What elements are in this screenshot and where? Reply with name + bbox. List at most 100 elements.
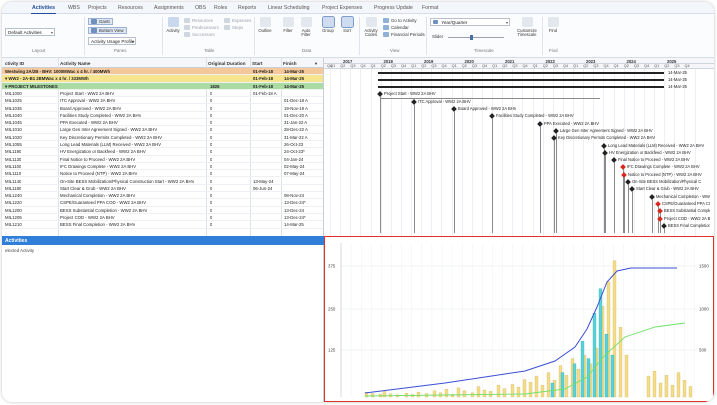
predecessors-button[interactable]: Predecessors bbox=[184, 25, 219, 30]
timescale-slider[interactable] bbox=[448, 35, 504, 40]
table-row[interactable]: MIL1040 Facilities Study Completed - WW2 … bbox=[2, 112, 323, 120]
gantt-summary-bar[interactable] bbox=[378, 86, 664, 89]
gantt-milestone-label: Board Approved - WW2 2A BHV bbox=[458, 106, 517, 111]
cell-duration: 0 bbox=[210, 98, 213, 104]
table-row[interactable]: MIL1210 BESS Final Completion - WW2 2A BH… bbox=[2, 221, 323, 229]
table-row[interactable]: MIL1020 Key Discretionary Permits Complet… bbox=[2, 134, 323, 141]
tab-assignments[interactable]: Assignments bbox=[154, 5, 184, 11]
cell-duration: 0 bbox=[210, 222, 213, 228]
gantt-quarter-label: Q2 bbox=[502, 64, 508, 69]
table-row[interactable]: ▾ WW2 - 2A-B1 2BMWac x 4 hr. / 333MWh 01-… bbox=[2, 75, 323, 83]
gantt-quarter-label: Q3 bbox=[512, 64, 518, 69]
cell-duration: 0 bbox=[210, 120, 213, 126]
cell-duration: 0 bbox=[210, 193, 213, 199]
financial-periods-button[interactable]: Financial Periods bbox=[383, 32, 425, 37]
tab-obs[interactable]: OBS bbox=[195, 5, 206, 11]
y-tick-label: 125 bbox=[328, 348, 336, 353]
cell-activity-name: BESS Final Completion - WW2 2A BHV bbox=[60, 222, 136, 228]
gantt-quarter-label: Q4 bbox=[360, 64, 366, 69]
histogram-bar bbox=[572, 363, 577, 398]
table-row[interactable]: MIL1045 PPA Executed - WW2 2A BHV 0 31-Jan-… bbox=[2, 119, 323, 127]
gantt-gridline bbox=[481, 69, 483, 236]
cell-start: 01-Feb-18 A bbox=[253, 90, 277, 96]
timescale-slider-handle[interactable] bbox=[470, 35, 473, 40]
tab-resources[interactable]: Resources bbox=[118, 5, 143, 11]
tab-roles[interactable]: Roles bbox=[214, 5, 227, 11]
resources-button[interactable]: Resources bbox=[184, 18, 213, 23]
table-row[interactable]: MIL1055 Long Lead Materials (LLM) Receive… bbox=[2, 141, 323, 149]
filter-button[interactable]: Filter bbox=[280, 17, 296, 33]
outline-label: Outline bbox=[258, 28, 272, 33]
gantt-summary-bar[interactable] bbox=[378, 71, 664, 74]
activity-table-button[interactable]: Activity bbox=[165, 17, 181, 33]
outline-button[interactable]: Outline bbox=[257, 17, 273, 33]
table-row[interactable]: MIL1130 Final Notice to Proceed - WW2 2A … bbox=[2, 156, 323, 163]
group-label-view: View bbox=[390, 48, 400, 53]
sort-button[interactable]: Sort bbox=[339, 16, 355, 33]
gantt-quarter-label: Q3 bbox=[350, 64, 356, 69]
table-row[interactable]: MIL1110 Notice to Proceed (NTP) - WW2 2A … bbox=[2, 170, 323, 178]
gantt-pane-toggle[interactable]: Gantt bbox=[88, 18, 113, 25]
calendar-button[interactable]: Calendar bbox=[383, 25, 409, 30]
auto-filter-label: Auto Filter bbox=[301, 28, 311, 38]
histogram-bar bbox=[576, 368, 581, 398]
column-header-original-duration[interactable]: Original Duration bbox=[208, 61, 246, 66]
expenses-label: Expenses bbox=[232, 18, 252, 23]
table-row[interactable]: ▾ PROJECT MILESTONES 1826 01-Feb-18 14-Mar-… bbox=[2, 82, 323, 90]
tab-project-expenses[interactable]: Project Expenses bbox=[322, 5, 362, 11]
table-row[interactable]: MIL1140 On-Site BESS Mobilization/Physica… bbox=[2, 178, 323, 185]
activity-codes-button[interactable]: Activity Codes bbox=[362, 17, 380, 38]
table-row[interactable]: MIL1240 Mechanical Completion - WW2 2A BH… bbox=[2, 192, 323, 200]
filter-label: Filter bbox=[283, 28, 293, 33]
expenses-button[interactable]: Expenses bbox=[224, 18, 251, 23]
bottom-view-select[interactable]: Activity Usage Profile ▾ bbox=[88, 37, 136, 45]
tab-reports[interactable]: Reports bbox=[238, 5, 256, 11]
tab-activities[interactable]: Activities bbox=[30, 5, 57, 14]
find-button[interactable]: Find bbox=[545, 17, 561, 33]
group-label-panes: Panes bbox=[114, 48, 127, 53]
table-row[interactable]: MIL1220 CSPE/Guaranteed PPA COD - WW2 2A … bbox=[2, 199, 323, 207]
steps-button[interactable]: Steps bbox=[224, 25, 243, 30]
steps-icon bbox=[224, 25, 230, 30]
chevron-down-icon: ▾ bbox=[50, 30, 53, 35]
histogram-bar bbox=[528, 382, 533, 398]
gantt-icon bbox=[91, 19, 97, 24]
column-header-finish[interactable]: Finish bbox=[283, 61, 297, 66]
table-row[interactable]: MIL1100 IFC Drawings Complete - WW2 2A BH… bbox=[2, 163, 323, 171]
gantt-quarter-label: Q1 bbox=[654, 64, 660, 69]
gantt-quarter-label: Q3 bbox=[593, 64, 599, 69]
table-row[interactable]: MIL1200 BESS Substantial Completion - WW2… bbox=[2, 207, 323, 214]
table-row[interactable]: MIL1000 Project Start - WW2 2A BHV 0 01-Feb… bbox=[2, 90, 323, 98]
group-button[interactable]: Group bbox=[320, 16, 336, 33]
column-header-activity-id[interactable]: ctivity ID bbox=[5, 61, 24, 66]
bottom-pane-tab[interactable]: Activities bbox=[2, 236, 324, 245]
layout-select[interactable]: Default Activities ▾ bbox=[5, 28, 55, 36]
table-row[interactable]: MIL1035 Board Approved - WW2 2A BHV 0 19-No… bbox=[2, 105, 323, 112]
column-header-activity-name[interactable]: Activity Name bbox=[60, 61, 90, 66]
timescale-select[interactable]: Year/Quarter ▾ bbox=[430, 18, 510, 26]
gantt-gridline bbox=[330, 69, 331, 236]
gantt-year-label: 2020 bbox=[464, 58, 474, 64]
table-row[interactable]: Westwing 2A/2B - BHV: 1000MWac x 4 hr. /… bbox=[2, 68, 323, 76]
table-row[interactable]: MIL1025 ITC Approval - WW2 2A BHV 0 01-Dec-… bbox=[2, 97, 323, 105]
column-header-start[interactable]: Start bbox=[252, 61, 262, 66]
gantt-summary-bar[interactable] bbox=[378, 78, 664, 81]
table-row[interactable]: MIL1010 Large Gen Inter Agreement Signed … bbox=[2, 126, 323, 134]
tab-projects[interactable]: Projects bbox=[88, 5, 107, 11]
goto-activity-button[interactable]: Go to Activity bbox=[383, 18, 417, 23]
auto-filter-button[interactable]: Auto Filter bbox=[298, 17, 314, 38]
tab-progress-update[interactable]: Progress Update bbox=[374, 5, 413, 11]
bottom-view-toggle[interactable]: Bottom View bbox=[88, 27, 127, 34]
cell-duration: 0 bbox=[210, 149, 213, 155]
tab-format[interactable]: Format bbox=[422, 5, 438, 11]
gantt-quarter-label: Q1 bbox=[451, 64, 457, 69]
table-row[interactable]: MIL1180 Start Clear & Grub - WW2 2A BHV 0 0… bbox=[2, 185, 323, 193]
tab-linear-scheduling[interactable]: Linear Scheduling bbox=[268, 5, 310, 11]
table-row[interactable]: MIL1205 Project COD - WW2 2A BHV 0 13-Dec-2… bbox=[2, 214, 323, 222]
table-row[interactable]: MIL1190 HV Energization or Backfeed - WW2… bbox=[2, 148, 323, 156]
gantt-quarter-label: Q4 bbox=[644, 64, 650, 69]
tab-wbs[interactable]: WBS bbox=[68, 5, 80, 11]
successors-button[interactable]: Successors bbox=[184, 32, 215, 37]
customize-timescale-button[interactable]: Customize Timescale bbox=[516, 17, 538, 38]
filter-icon[interactable]: ▼ bbox=[314, 61, 318, 66]
